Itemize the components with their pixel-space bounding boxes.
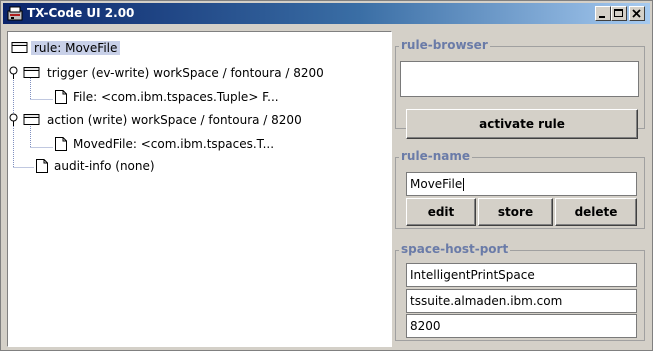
- tree-handle-icon[interactable]: [8, 113, 19, 127]
- host-input[interactable]: tssuite.almaden.ibm.com: [406, 289, 637, 313]
- maximize-icon: [614, 9, 623, 17]
- folder-icon: [23, 114, 40, 125]
- close-button[interactable]: [629, 6, 645, 21]
- minimize-icon: [599, 16, 605, 18]
- rule-name-value: MoveFile: [410, 177, 463, 191]
- rule-tree[interactable]: rule: MoveFile trigger (ev-write) workSp…: [7, 31, 392, 347]
- rule-browser-title: rule-browser: [399, 38, 490, 52]
- rule-controls: rule-browser activate rule rule-name Mov…: [393, 31, 648, 345]
- title-bar[interactable]: TX-Code UI 2.00: [3, 3, 650, 24]
- document-icon: [36, 159, 48, 173]
- activate-rule-button[interactable]: activate rule: [406, 109, 638, 139]
- minimize-button[interactable]: [595, 6, 611, 21]
- rule-name-input[interactable]: MoveFile: [406, 172, 637, 196]
- tree-handle-icon[interactable]: [8, 66, 19, 80]
- space-host-port-title: space-host-port: [399, 242, 511, 256]
- rule-name-group: rule-name MoveFile edit store delete: [395, 149, 645, 229]
- tree-node-label: audit-info (none): [54, 159, 155, 173]
- window-title: TX-Code UI 2.00: [27, 6, 135, 20]
- folder-icon: [11, 42, 28, 53]
- rule-browser-list[interactable]: [400, 61, 639, 97]
- document-icon: [55, 90, 67, 104]
- close-icon: [632, 9, 641, 18]
- folder-icon: [23, 67, 40, 78]
- space-host-port-group: space-host-port IntelligentPrintSpace ts…: [395, 242, 645, 341]
- tree-node-label: File: <com.ibm.tspaces.Tuple> F...: [73, 90, 279, 104]
- tree-node-action-file[interactable]: MovedFile: <com.ibm.tspaces.T...: [53, 135, 373, 153]
- tree-node-action[interactable]: action (write) workSpace / fontoura / 82…: [8, 111, 388, 129]
- tree-node-label: MovedFile: <com.ibm.tspaces.T...: [73, 137, 275, 151]
- rule-name-title: rule-name: [399, 149, 472, 163]
- maximize-button[interactable]: [611, 6, 627, 21]
- app-icon: [7, 5, 23, 21]
- tree-node-label: rule: MoveFile: [31, 41, 121, 55]
- document-icon: [55, 137, 67, 151]
- tree-node-label: trigger (ev-write) workSpace / fontoura …: [47, 66, 324, 80]
- port-input[interactable]: 8200: [406, 314, 637, 338]
- app-window: TX-Code UI 2.00 rule: MoveFile trigger (…: [0, 0, 653, 351]
- tree-node-rule[interactable]: rule: MoveFile: [11, 39, 211, 57]
- tree-node-trigger-file[interactable]: File: <com.ibm.tspaces.Tuple> F...: [53, 88, 373, 106]
- edit-button[interactable]: edit: [406, 198, 476, 226]
- tree-node-audit[interactable]: audit-info (none): [34, 157, 284, 175]
- store-button[interactable]: store: [478, 198, 553, 226]
- delete-button[interactable]: delete: [555, 198, 637, 226]
- text-caret: [463, 178, 465, 191]
- tree-node-trigger[interactable]: trigger (ev-write) workSpace / fontoura …: [8, 64, 388, 82]
- tree-node-label: action (write) workSpace / fontoura / 82…: [47, 113, 302, 127]
- space-name-input[interactable]: IntelligentPrintSpace: [406, 263, 637, 287]
